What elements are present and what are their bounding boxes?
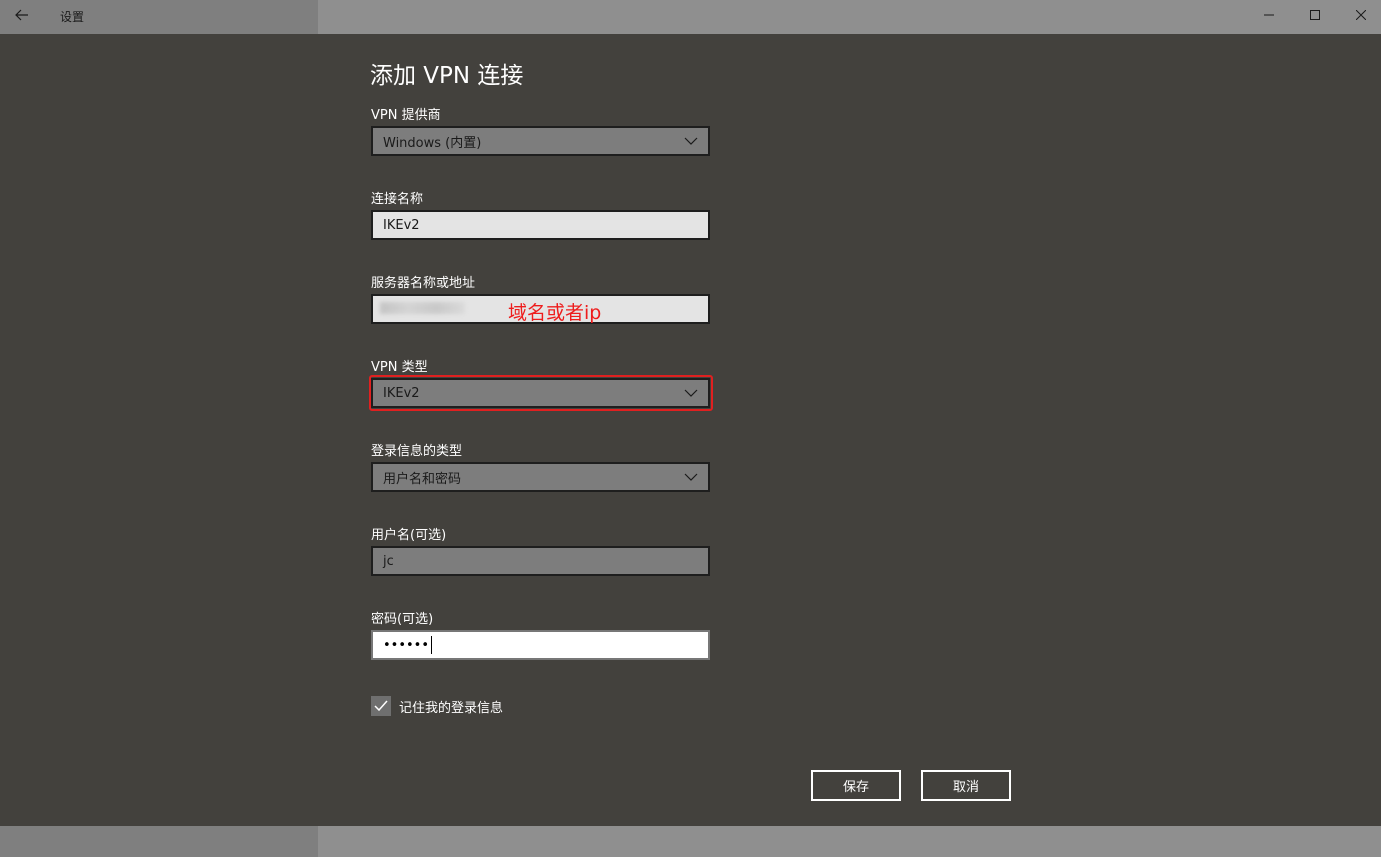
signin-type-label: 登录信息的类型 bbox=[371, 444, 463, 459]
back-button[interactable] bbox=[0, 0, 44, 30]
minimize-button[interactable] bbox=[1246, 0, 1292, 30]
server-annotation: 域名或者ip bbox=[508, 302, 602, 324]
cancel-button[interactable]: 取消 bbox=[921, 770, 1011, 801]
dialog-title: 添加 VPN 连接 bbox=[370, 63, 524, 89]
text-caret bbox=[431, 636, 433, 654]
connection-name-label: 连接名称 bbox=[371, 192, 424, 207]
minimize-icon bbox=[1264, 14, 1274, 16]
connection-name-input[interactable]: IKEv2 bbox=[371, 210, 710, 240]
provider-value: Windows (内置) bbox=[383, 135, 482, 151]
maximize-button[interactable] bbox=[1292, 0, 1338, 30]
password-label: 密码(可选) bbox=[371, 612, 434, 627]
provider-label: VPN 提供商 bbox=[371, 108, 441, 123]
vpn-type-highlight bbox=[369, 375, 713, 411]
close-icon bbox=[1356, 10, 1366, 20]
app-title: 设置 bbox=[60, 10, 85, 24]
remember-checkbox[interactable] bbox=[371, 696, 391, 716]
bottom-strip bbox=[0, 826, 1381, 857]
signin-type-dropdown[interactable]: 用户名和密码 bbox=[371, 462, 710, 492]
username-value: jc bbox=[383, 553, 394, 569]
remember-label: 记住我的登录信息 bbox=[399, 701, 504, 716]
signin-type-value: 用户名和密码 bbox=[383, 471, 462, 487]
bottom-strip-left-pane bbox=[0, 826, 318, 857]
redacted-server-text bbox=[380, 302, 465, 314]
password-value: •••••• bbox=[383, 637, 430, 653]
connection-name-value: IKEv2 bbox=[383, 217, 420, 233]
server-label: 服务器名称或地址 bbox=[371, 276, 476, 291]
close-button[interactable] bbox=[1338, 0, 1381, 30]
chevron-down-icon bbox=[684, 137, 698, 145]
checkmark-icon bbox=[374, 700, 388, 712]
vpn-type-label: VPN 类型 bbox=[371, 360, 428, 375]
username-label: 用户名(可选) bbox=[371, 528, 447, 543]
arrow-left-icon bbox=[15, 9, 28, 21]
save-button[interactable]: 保存 bbox=[811, 770, 901, 801]
password-input[interactable]: •••••• bbox=[371, 630, 710, 660]
maximize-icon bbox=[1310, 10, 1320, 20]
chevron-down-icon bbox=[684, 473, 698, 481]
username-input[interactable]: jc bbox=[371, 546, 710, 576]
title-bar: 设置 bbox=[0, 0, 1381, 34]
title-bar-left-pane bbox=[0, 0, 318, 34]
provider-dropdown[interactable]: Windows (内置) bbox=[371, 126, 710, 156]
